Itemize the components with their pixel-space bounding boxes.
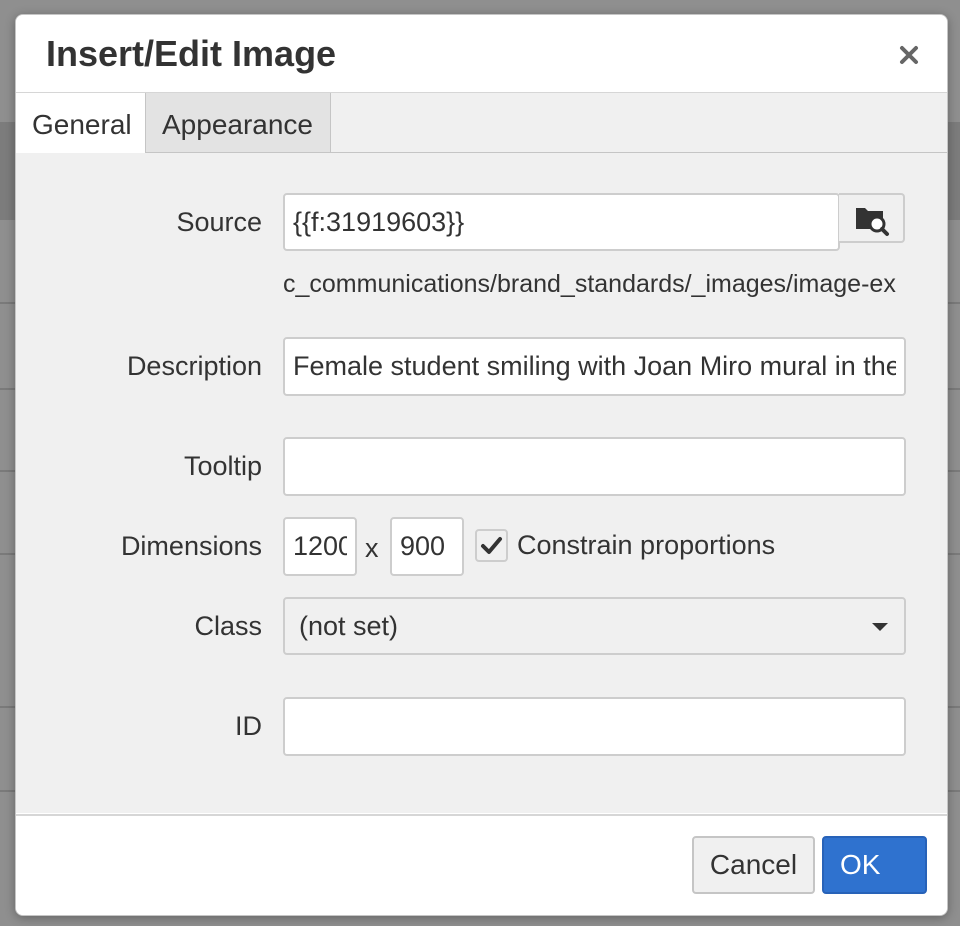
- class-selected-value: (not set): [299, 611, 399, 641]
- dimensions-label: Dimensions: [120, 531, 262, 561]
- tab-appearance[interactable]: Appearance: [145, 93, 331, 152]
- dimensions-separator: x: [365, 533, 379, 563]
- class-select[interactable]: (not set): [283, 597, 906, 655]
- description-label: Description: [126, 351, 262, 381]
- id-label: ID: [235, 711, 262, 741]
- constrain-proportions-label: Constrain proportions: [517, 530, 776, 560]
- source-path-text: c_communications/brand_standards/_images…: [283, 270, 896, 298]
- close-button[interactable]: [893, 39, 925, 71]
- insert-edit-image-dialog: Insert/Edit Image General Appearance Sou…: [15, 14, 948, 916]
- dialog-header: Insert/Edit Image: [16, 15, 947, 94]
- dialog-title: Insert/Edit Image: [46, 33, 337, 74]
- dialog-body: Source c_communications/brand_standards/…: [16, 153, 947, 813]
- tab-bar: General Appearance: [16, 93, 947, 153]
- ok-button[interactable]: OK: [822, 836, 927, 894]
- browse-button[interactable]: [839, 193, 905, 243]
- width-input[interactable]: [283, 517, 357, 576]
- id-input[interactable]: [283, 697, 906, 756]
- tooltip-label: Tooltip: [183, 451, 262, 481]
- close-icon: [900, 46, 918, 64]
- source-input[interactable]: [283, 193, 840, 251]
- chevron-down-icon: [872, 623, 888, 631]
- description-input[interactable]: [283, 337, 906, 396]
- dialog-footer: Cancel OK: [16, 814, 947, 915]
- constrain-proportions-checkbox[interactable]: [475, 529, 508, 562]
- tab-general[interactable]: General: [16, 93, 145, 153]
- checkmark-icon: [481, 537, 502, 554]
- browse-folder-search-icon: [856, 208, 889, 236]
- height-input[interactable]: [390, 517, 464, 576]
- source-label: Source: [176, 207, 262, 237]
- class-label: Class: [194, 611, 262, 641]
- tooltip-input[interactable]: [283, 437, 906, 496]
- cancel-button[interactable]: Cancel: [692, 836, 815, 894]
